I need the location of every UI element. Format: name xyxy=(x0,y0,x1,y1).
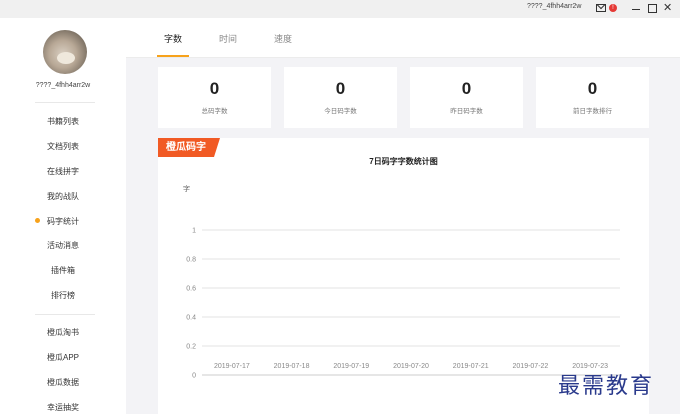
sidebar-item-book-store[interactable]: 橙瓜淘书 xyxy=(0,327,126,338)
stat-card-yesterday: 0 昨日码字数 xyxy=(410,67,523,128)
notification-dot[interactable]: ! xyxy=(609,4,617,12)
y-tick-label: 1 xyxy=(192,228,196,235)
tab-bar: 字数 时间 速度 xyxy=(126,18,680,58)
sidebar-item-lottery[interactable]: 幸运抽奖 xyxy=(0,402,126,413)
sidebar-item-app[interactable]: 橙瓜APP xyxy=(0,352,126,363)
sidebar-item-plugins[interactable]: 插件箱 xyxy=(0,265,126,276)
mail-icon[interactable] xyxy=(596,4,606,12)
y-tick-label: 0.2 xyxy=(186,344,196,351)
x-tick-label: 2019-07-21 xyxy=(453,363,489,370)
stat-label: 今日码字数 xyxy=(324,108,357,115)
y-tick-label: 0.6 xyxy=(186,286,196,293)
stat-card-total: 0 总码字数 xyxy=(158,67,271,128)
sidebar-item-online-writing[interactable]: 在线拼字 xyxy=(0,166,126,177)
y-tick-label: 0 xyxy=(192,373,196,380)
title-bar: ????_4fhh4arr2w ! ✕ xyxy=(0,0,680,18)
stat-value: 0 xyxy=(209,79,220,98)
maximize-icon[interactable] xyxy=(648,4,657,13)
sidebar: ????_4fhh4arr2w 书籍列表 文档列表 在线拼字 我的战队 码字统计… xyxy=(0,18,126,414)
stat-value: 0 xyxy=(335,79,346,98)
x-tick-label: 2019-07-17 xyxy=(214,363,250,370)
titlebar-username[interactable]: ????_4fhh4arr2w xyxy=(527,3,582,10)
minimize-icon[interactable] xyxy=(632,9,640,10)
avatar[interactable] xyxy=(43,30,87,74)
sidebar-item-activity[interactable]: 活动消息 xyxy=(0,240,126,251)
tab-word-count[interactable]: 字数 xyxy=(164,32,182,45)
watermark: 最需教育 xyxy=(558,374,655,399)
active-tab-indicator xyxy=(157,55,189,57)
sidebar-item-ranking[interactable]: 排行榜 xyxy=(0,290,126,301)
stat-label: 前日字数排行 xyxy=(573,108,612,115)
sidebar-item-team[interactable]: 我的战队 xyxy=(0,191,126,202)
x-tick-label: 2019-07-18 xyxy=(274,363,310,370)
tab-time[interactable]: 时间 xyxy=(219,32,237,45)
sidebar-divider xyxy=(35,102,95,103)
sidebar-divider xyxy=(35,314,95,315)
sidebar-item-writing-stats[interactable]: 码字统计 xyxy=(0,216,126,227)
x-tick-label: 2019-07-22 xyxy=(513,363,549,370)
y-tick-label: 0.8 xyxy=(186,257,196,264)
sidebar-username: ????_4fhh4arr2w xyxy=(35,82,91,89)
sidebar-item-data[interactable]: 橙瓜数据 xyxy=(0,377,126,388)
close-icon[interactable]: ✕ xyxy=(663,2,672,14)
tab-speed[interactable]: 速度 xyxy=(274,32,292,45)
sidebar-item-documents[interactable]: 文档列表 xyxy=(0,141,126,152)
sidebar-item-books[interactable]: 书籍列表 xyxy=(0,116,126,127)
x-tick-label: 2019-07-20 xyxy=(393,363,429,370)
stat-card-ranking: 0 前日字数排行 xyxy=(536,67,649,128)
stat-label: 昨日码字数 xyxy=(450,108,483,115)
y-tick-label: 0.4 xyxy=(186,315,196,322)
stat-value: 0 xyxy=(461,79,472,98)
x-tick-label: 2019-07-19 xyxy=(333,363,369,370)
stat-label: 总码字数 xyxy=(201,108,228,115)
stat-value: 0 xyxy=(587,79,598,98)
stat-card-today: 0 今日码字数 xyxy=(284,67,397,128)
